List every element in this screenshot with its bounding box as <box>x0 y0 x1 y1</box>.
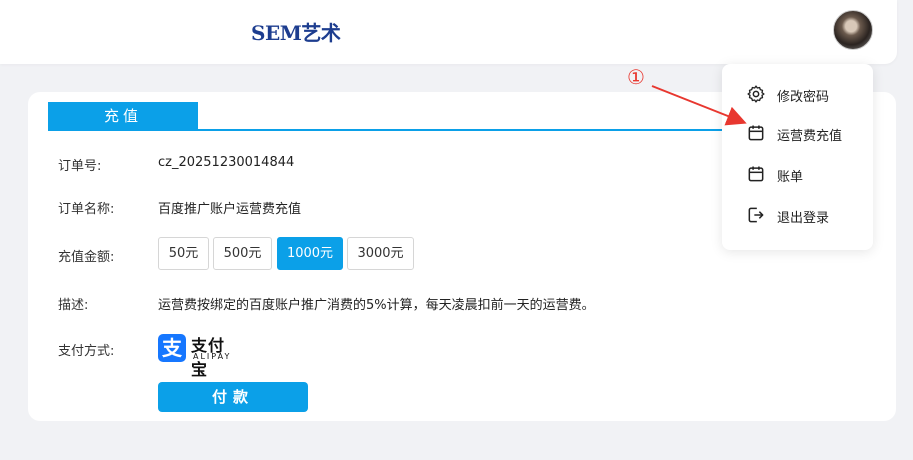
annotation-arrow-icon <box>651 85 747 126</box>
